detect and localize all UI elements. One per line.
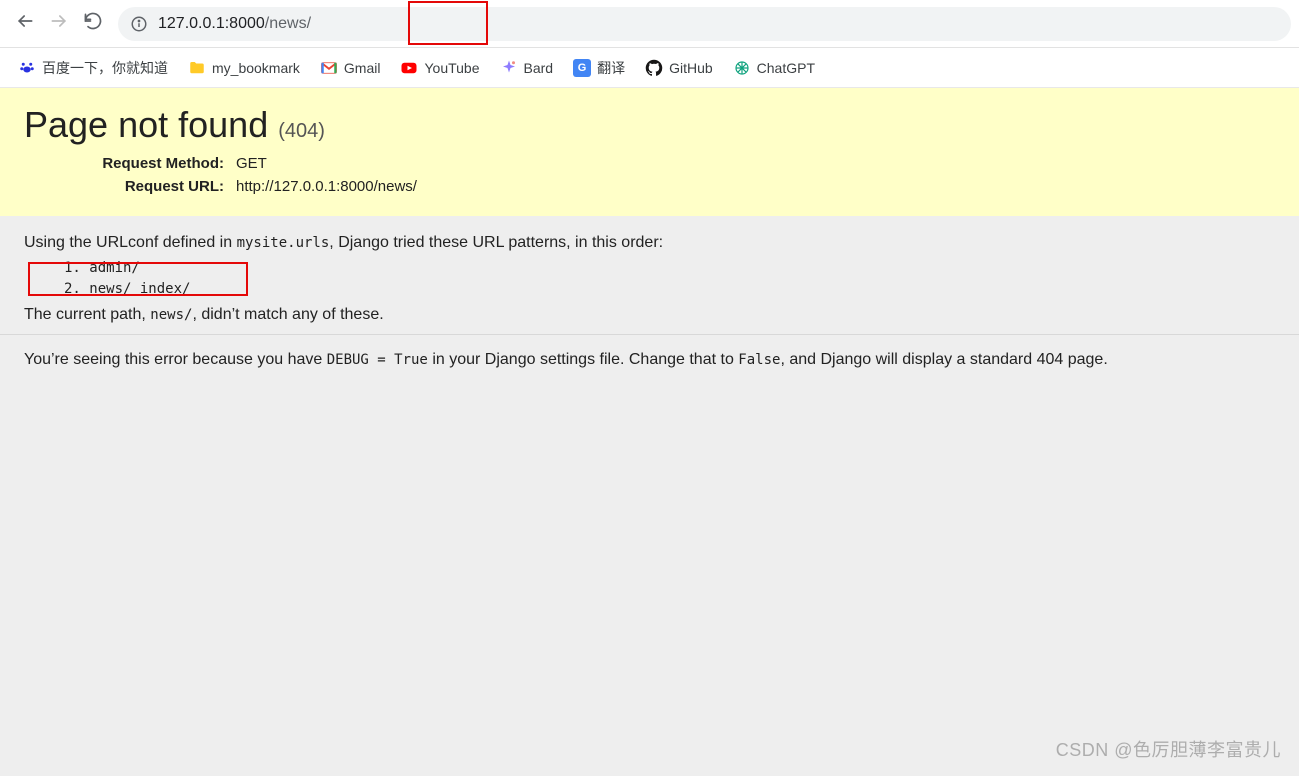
bookmark-label: GitHub [669,60,713,76]
translate-icon: G [573,59,591,77]
debug-explanation: You’re seeing this error because you hav… [0,334,1299,385]
back-button[interactable] [8,7,42,41]
watermark: CSDN @色厉胆薄李富贵儿 [1056,736,1281,762]
baidu-icon [18,59,36,77]
request-method: GET [230,152,423,175]
request-method-label: Request Method: [60,152,230,175]
url-path: /news/ [265,15,311,33]
bookmark-bard[interactable]: Bard [492,55,562,81]
youtube-icon [400,59,418,77]
bookmark-label: my_bookmark [212,60,300,76]
bookmarks-bar: 百度一下，你就知道 my_bookmark Gmail YouTube Bard… [0,48,1299,88]
request-url-label: Request URL: [60,175,230,198]
error-summary: Page not found (404) Request Method: GET… [0,88,1299,216]
reload-button[interactable] [76,7,110,41]
request-meta: Request Method: GET Request URL: http://… [60,152,423,198]
browser-nav-bar: 127.0.0.1:8000/news/ [0,0,1299,48]
error-title: Page not found [24,104,278,145]
forward-button[interactable] [42,7,76,41]
bard-icon [500,59,518,77]
status-code: (404) [278,120,325,142]
page-content: Page not found (404) Request Method: GET… [0,88,1299,385]
url-host: 127.0.0.1:8000 [158,15,265,33]
reload-icon [83,11,103,36]
pattern-item: 1. admin/ [64,258,1275,279]
address-bar[interactable]: 127.0.0.1:8000/news/ [118,7,1291,41]
patterns-intro: Using the URLconf defined in mysite.urls… [24,234,1275,252]
bookmark-gmail[interactable]: Gmail [312,55,389,81]
github-icon [645,59,663,77]
bookmark-youtube[interactable]: YouTube [392,55,487,81]
request-url: http://127.0.0.1:8000/news/ [230,175,423,198]
bookmark-label: 百度一下，你就知道 [42,58,168,78]
bookmark-folder[interactable]: my_bookmark [180,55,308,81]
bookmark-label: Gmail [344,60,381,76]
gmail-icon [320,59,338,77]
bookmark-label: Bard [524,60,554,76]
pattern-item: 2. news/ index/ [64,279,1275,300]
bookmark-translate[interactable]: G 翻译 [565,54,633,82]
bookmark-github[interactable]: GitHub [637,55,721,81]
bookmark-label: ChatGPT [757,60,815,76]
page-title: Page not found (404) [24,104,1275,146]
site-info-icon[interactable] [130,15,148,33]
bookmark-chatgpt[interactable]: ChatGPT [725,55,823,81]
arrow-left-icon [15,11,35,36]
chatgpt-icon [733,59,751,77]
bookmark-baidu[interactable]: 百度一下，你就知道 [10,54,176,82]
folder-icon [188,59,206,77]
url-patterns-block: Using the URLconf defined in mysite.urls… [0,216,1299,334]
arrow-right-icon [49,11,69,36]
bookmark-label: 翻译 [597,58,625,78]
bookmark-label: YouTube [424,60,479,76]
pattern-list: 1. admin/ 2. news/ index/ [64,258,1275,300]
annotation-box [408,1,488,45]
no-match-line: The current path, news/, didn’t match an… [24,306,1275,324]
